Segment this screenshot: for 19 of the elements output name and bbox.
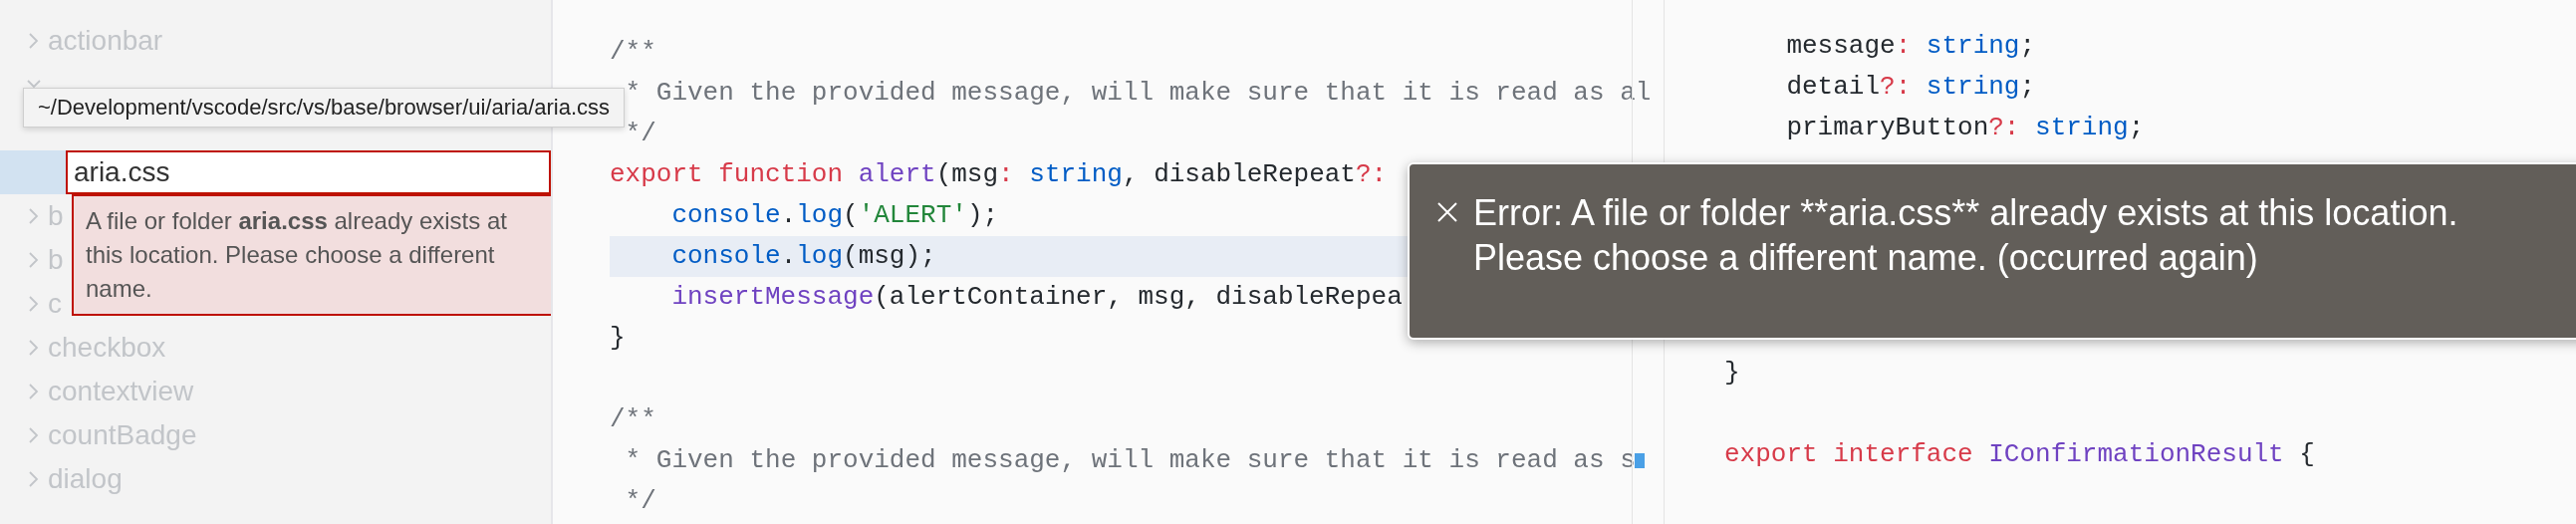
code-line: /** <box>610 36 656 69</box>
code-line: insertMessage(alertContainer, msg, disableRepea <box>670 281 1403 314</box>
error-message: A file or folder aria.css already exists at this location. Please choose a different name. <box>72 194 551 316</box>
code-line: */ <box>624 485 656 518</box>
code-line: console.log('ALERT'); <box>670 199 999 232</box>
close-icon[interactable] <box>1435 200 1459 224</box>
code-line: } <box>1724 357 1740 390</box>
notification-message: Error: A file or folder **aria.css** already exists at this location. Please choose a different name. (occurred again) <box>1473 191 2459 280</box>
code-line: export interface IConfirmationResult { <box>1724 438 2315 471</box>
code-line: } <box>610 322 626 355</box>
path-tooltip: ~/Development/vscode/src/vs/base/browser/ui/aria/aria.css <box>23 88 626 128</box>
code-line: /** <box>610 403 656 436</box>
code-line: detail?: string; <box>1785 71 2036 104</box>
code-line: message: string; <box>1785 30 2036 63</box>
code-line: */ <box>624 118 656 150</box>
ruler-mark-icon <box>1635 453 1645 468</box>
rename-input[interactable]: aria.css <box>66 150 551 194</box>
code-line: export function alert(msg: string, disableRepeat?: <box>610 158 1388 191</box>
code-line: primaryButton?: string; <box>1785 112 2145 144</box>
